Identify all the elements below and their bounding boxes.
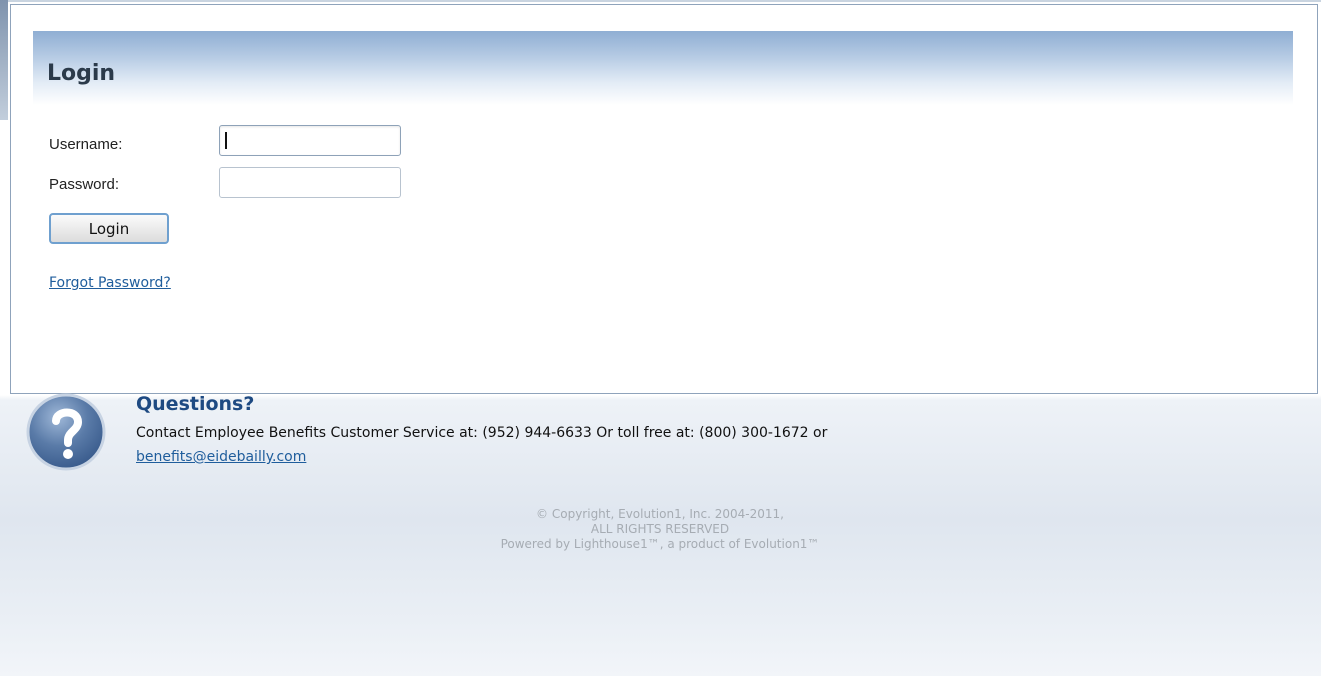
support-email-link[interactable]: benefits@eidebailly.com: [136, 449, 306, 465]
rights-reserved-line: ALL RIGHTS RESERVED: [590, 522, 730, 536]
username-input[interactable]: [219, 125, 401, 156]
password-input[interactable]: [219, 167, 401, 198]
copyright-footer: © Copyright, Evolution1, Inc. 2004-2011,…: [360, 507, 960, 552]
powered-by-line: Powered by Lighthouse1™, a product of Ev…: [500, 537, 820, 551]
question-mark-icon: [26, 392, 108, 472]
login-button[interactable]: Login: [49, 213, 169, 244]
forgot-password-link[interactable]: Forgot Password?: [49, 275, 171, 291]
login-panel-header: Login: [33, 31, 1293, 105]
left-edge-decoration: [0, 0, 8, 120]
login-panel: Login Username: Password: Login Forgot P…: [10, 4, 1318, 394]
contact-info-text: Contact Employee Benefits Customer Servi…: [136, 425, 828, 441]
top-border: [0, 0, 1321, 2]
text-caret: [225, 132, 227, 149]
password-label: Password:: [49, 176, 120, 193]
questions-title: Questions?: [136, 393, 255, 415]
copyright-line: © Copyright, Evolution1, Inc. 2004-2011,: [536, 507, 784, 521]
username-label: Username:: [49, 136, 123, 153]
login-title: Login: [47, 61, 116, 86]
